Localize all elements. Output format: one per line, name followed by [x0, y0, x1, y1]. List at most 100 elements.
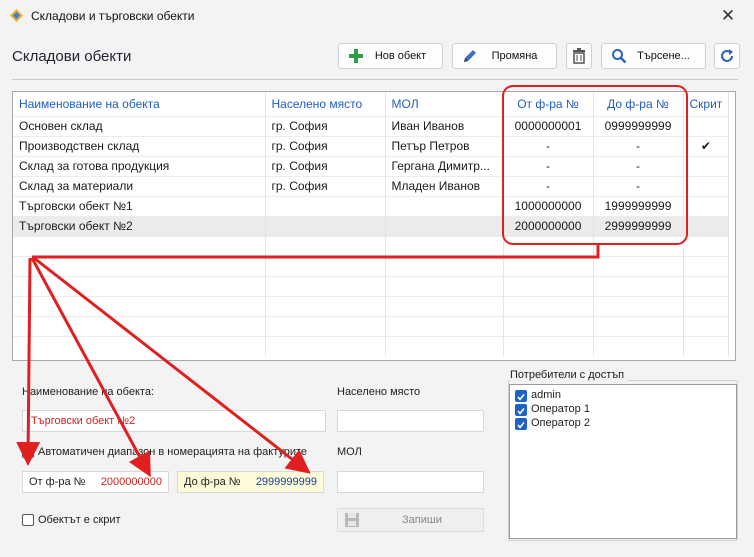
- column-header-hidden[interactable]: Скрит: [683, 92, 730, 116]
- cell-to-invoice: 2999999999: [593, 215, 684, 236]
- table-row-empty: [13, 315, 730, 336]
- save-button[interactable]: Запиши: [337, 508, 484, 532]
- search-icon: [608, 48, 630, 64]
- cell-from-invoice: -: [503, 175, 594, 196]
- user-label-operator-2: Оператор 2: [531, 417, 590, 429]
- floppy-disk-icon: [345, 513, 359, 527]
- cell-city: гр. София: [265, 155, 386, 176]
- city-label: Населено място: [337, 386, 421, 398]
- user-label-admin: admin: [531, 389, 561, 401]
- search-button[interactable]: Търсене...: [601, 43, 706, 69]
- cell-name: Търговски обект №2: [13, 215, 266, 236]
- user-checkbox-admin[interactable]: [515, 390, 527, 402]
- city-field[interactable]: [337, 410, 484, 432]
- cell-name: Производствен склад: [13, 135, 266, 156]
- column-header-from-invoice[interactable]: От ф-ра №: [503, 92, 594, 116]
- cell-from-invoice: -: [503, 135, 594, 156]
- name-field-value: Търговски обект №2: [31, 415, 136, 427]
- cell-mol: Гергана Димитр...: [385, 155, 504, 176]
- section-title: Складови обекти: [12, 48, 132, 65]
- table-row[interactable]: Търговски обект №1 1000000000 1999999999: [13, 195, 730, 216]
- mol-label: МОЛ: [337, 446, 362, 458]
- checkmark-icon: [517, 408, 525, 415]
- column-header-name[interactable]: Наименование на обекта: [13, 92, 266, 116]
- table-row[interactable]: Склад за материали гр. София Младен Иван…: [13, 175, 730, 196]
- cell-hidden: [683, 195, 730, 216]
- cell-from-invoice: 2000000000: [503, 215, 594, 236]
- cell-mol: Иван Иванов: [385, 115, 504, 136]
- table-row-empty: [13, 235, 730, 256]
- close-window-button[interactable]: ✕: [716, 4, 740, 28]
- to-invoice-label: До ф-ра №: [184, 476, 241, 488]
- cell-name: Склад за готова продукция: [13, 155, 266, 176]
- user-label-operator-1: Оператор 1: [531, 403, 590, 415]
- cell-city: [265, 215, 386, 236]
- edit-button[interactable]: Промяна: [452, 43, 557, 69]
- table-row-empty: [13, 255, 730, 276]
- users-list[interactable]: admin Оператор 1 Оператор 2: [509, 384, 737, 539]
- trash-icon: [573, 48, 585, 64]
- new-object-label: Нов обект: [374, 50, 427, 62]
- cell-to-invoice: 0999999999: [593, 115, 684, 136]
- new-object-button[interactable]: Нов обект: [338, 43, 443, 69]
- cell-hidden: ✔: [683, 135, 730, 156]
- cell-city: гр. София: [265, 115, 386, 136]
- auto-range-label: Автоматичен диапазон в номерацията на фа…: [38, 446, 308, 458]
- from-invoice-value: 2000000000: [100, 476, 162, 488]
- checkmark-icon: [517, 422, 525, 429]
- app-logo-icon: [9, 8, 24, 23]
- users-title: Потребители с достъп: [510, 369, 629, 381]
- column-header-city[interactable]: Населено място: [265, 92, 386, 116]
- from-invoice-label: От ф-ра №: [29, 476, 86, 488]
- cell-mol: Петър Петров: [385, 135, 504, 156]
- table-row-empty: [13, 335, 730, 356]
- cell-name: Склад за материали: [13, 175, 266, 196]
- from-invoice-field[interactable]: От ф-ра № 2000000000: [22, 471, 169, 493]
- refresh-icon: [721, 49, 733, 62]
- window-title: Складови и търговски обекти: [31, 9, 195, 23]
- edit-label: Промяна: [491, 50, 538, 62]
- objects-grid[interactable]: Наименование на обекта Населено място МО…: [12, 91, 736, 361]
- to-invoice-value: 2999999999: [255, 476, 317, 488]
- table-row[interactable]: Основен склад гр. София Иван Иванов 0000…: [13, 115, 730, 136]
- mol-field[interactable]: [337, 471, 484, 493]
- user-checkbox-operator-2[interactable]: [515, 418, 527, 430]
- search-label: Търсене...: [637, 50, 690, 62]
- name-label: Наименование на обекта:: [22, 386, 154, 398]
- cell-from-invoice: -: [503, 155, 594, 176]
- auto-range-checkbox[interactable]: [22, 446, 34, 458]
- cell-mol: [385, 195, 504, 216]
- table-row-empty: [13, 295, 730, 316]
- cell-hidden: [683, 115, 730, 136]
- to-invoice-field[interactable]: До ф-ра № 2999999999: [177, 471, 324, 493]
- cell-mol: [385, 215, 504, 236]
- hidden-label: Обектът е скрит: [38, 514, 121, 526]
- cell-hidden: [683, 155, 730, 176]
- cell-city: гр. София: [265, 135, 386, 156]
- cell-hidden: [683, 175, 730, 196]
- save-label: Запиши: [402, 514, 442, 526]
- column-header-mol[interactable]: МОЛ: [385, 92, 504, 116]
- cell-to-invoice: 1999999999: [593, 195, 684, 216]
- table-row[interactable]: Производствен склад гр. София Петър Петр…: [13, 135, 730, 156]
- delete-button[interactable]: [566, 43, 592, 69]
- hidden-checkbox[interactable]: [22, 514, 34, 526]
- pencil-icon: [459, 48, 481, 64]
- table-row[interactable]: Склад за готова продукция гр. София Герг…: [13, 155, 730, 176]
- refresh-button[interactable]: [714, 43, 740, 69]
- cell-mol: Младен Иванов: [385, 175, 504, 196]
- cell-name: Търговски обект №1: [13, 195, 266, 216]
- name-field[interactable]: Търговски обект №2: [22, 410, 326, 432]
- table-row-selected[interactable]: Търговски обект №2 2000000000 2999999999: [13, 215, 730, 236]
- cell-to-invoice: -: [593, 155, 684, 176]
- cell-city: [265, 195, 386, 216]
- user-checkbox-operator-1[interactable]: [515, 404, 527, 416]
- cell-city: гр. София: [265, 175, 386, 196]
- grid-header-row: Наименование на обекта Населено място МО…: [13, 92, 730, 116]
- cell-to-invoice: -: [593, 135, 684, 156]
- checkmark-icon: [517, 394, 525, 401]
- table-row-empty: [13, 275, 730, 296]
- cell-from-invoice: 0000000001: [503, 115, 594, 136]
- cell-name: Основен склад: [13, 115, 266, 136]
- column-header-to-invoice[interactable]: До ф-ра №: [593, 92, 684, 116]
